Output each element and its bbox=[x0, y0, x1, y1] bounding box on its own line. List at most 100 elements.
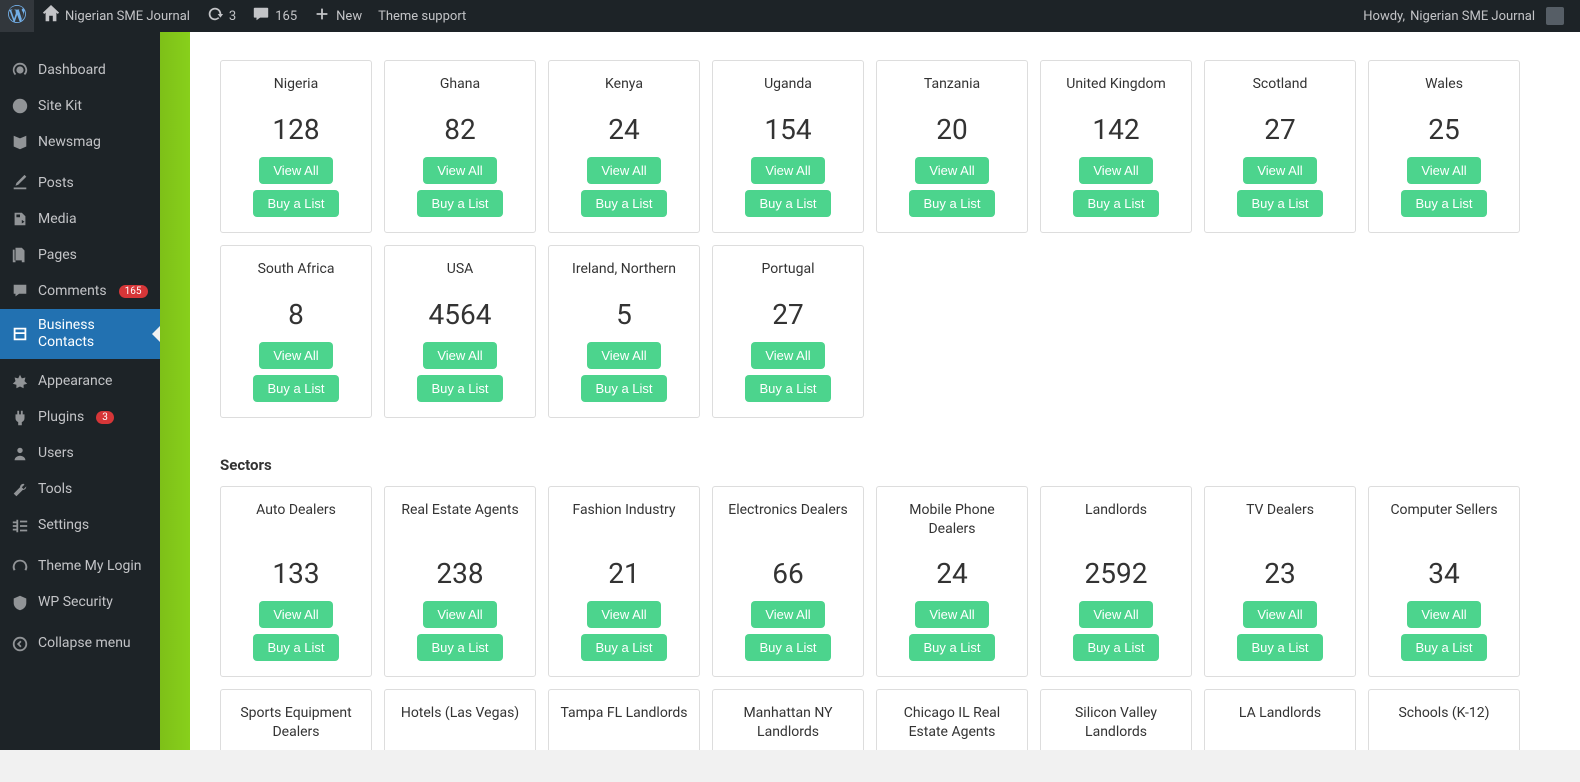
card-computer-sellers: Computer Sellers 34 View All Buy a List bbox=[1368, 486, 1520, 677]
buy-list-button[interactable]: Buy a List bbox=[1237, 190, 1322, 217]
card-tampa-fl-landlords: Tampa FL Landlords247View AllBuy a List bbox=[548, 689, 700, 750]
view-all-button[interactable]: View All bbox=[1243, 601, 1316, 628]
sidebar-item-label: Pages bbox=[38, 247, 77, 264]
buy-list-button[interactable]: Buy a List bbox=[581, 375, 666, 402]
buy-list-button[interactable]: Buy a List bbox=[253, 634, 338, 661]
card-count: 23 bbox=[1213, 557, 1347, 590]
wordpress-icon bbox=[8, 5, 26, 27]
card-title: TV Dealers bbox=[1213, 501, 1347, 539]
view-all-button[interactable]: View All bbox=[423, 342, 496, 369]
card-count: 8 bbox=[229, 298, 363, 331]
sidebar-item-label: Users bbox=[38, 445, 74, 462]
new-link[interactable]: New bbox=[305, 0, 370, 32]
card-title: Wales bbox=[1377, 75, 1511, 95]
sidebar-item-wp-security[interactable]: WP Security bbox=[0, 585, 160, 621]
sidebar-item-comments[interactable]: Comments165 bbox=[0, 273, 160, 309]
view-all-button[interactable]: View All bbox=[915, 601, 988, 628]
card-count: 133 bbox=[229, 557, 363, 590]
view-all-button[interactable]: View All bbox=[259, 157, 332, 184]
sidebar-item-theme-my-login[interactable]: Theme My Login bbox=[0, 549, 160, 585]
sidebar-item-media[interactable]: Media bbox=[0, 201, 160, 237]
buy-list-button[interactable]: Buy a List bbox=[1073, 634, 1158, 661]
sidebar-item-appearance[interactable]: Appearance bbox=[0, 364, 160, 400]
site-name-link[interactable]: Nigerian SME Journal bbox=[34, 0, 198, 32]
card-usa: USA4564View AllBuy a List bbox=[384, 245, 536, 418]
card-tv-dealers: TV Dealers 23 View All Buy a List bbox=[1204, 486, 1356, 677]
card-title: Scotland bbox=[1213, 75, 1347, 95]
buy-list-button[interactable]: Buy a List bbox=[1237, 634, 1322, 661]
comments-link[interactable]: 165 bbox=[244, 0, 305, 32]
sidebar-item-label: Plugins bbox=[38, 409, 84, 426]
theme-support-link[interactable]: Theme support bbox=[370, 0, 474, 32]
sidebar-item-tools[interactable]: Tools bbox=[0, 472, 160, 508]
card-count: 34 bbox=[1377, 557, 1511, 590]
view-all-button[interactable]: View All bbox=[1243, 157, 1316, 184]
sidebar-item-users[interactable]: Users bbox=[0, 436, 160, 472]
view-all-button[interactable]: View All bbox=[1079, 157, 1152, 184]
sidebar-item-plugins[interactable]: Plugins3 bbox=[0, 400, 160, 436]
view-all-button[interactable]: View All bbox=[587, 342, 660, 369]
card-title: Portugal bbox=[721, 260, 855, 280]
sidebar-item-posts[interactable]: Posts bbox=[0, 165, 160, 201]
admin-bar-right: Howdy, Nigerian SME Journal bbox=[1355, 0, 1580, 32]
card-title: Computer Sellers bbox=[1377, 501, 1511, 539]
view-all-button[interactable]: View All bbox=[259, 342, 332, 369]
buy-list-button[interactable]: Buy a List bbox=[581, 190, 666, 217]
view-all-button[interactable]: View All bbox=[259, 601, 332, 628]
buy-list-button[interactable]: Buy a List bbox=[745, 375, 830, 402]
buy-list-button[interactable]: Buy a List bbox=[253, 190, 338, 217]
view-all-button[interactable]: View All bbox=[751, 157, 824, 184]
view-all-button[interactable]: View All bbox=[423, 601, 496, 628]
view-all-button[interactable]: View All bbox=[751, 342, 824, 369]
howdy-prefix: Howdy, bbox=[1363, 9, 1405, 24]
card-title: Mobile Phone Dealers bbox=[885, 501, 1019, 539]
card-title: Ghana bbox=[393, 75, 527, 95]
sidebar-item-business-contacts[interactable]: Business Contacts bbox=[0, 309, 160, 359]
card-count: 20 bbox=[885, 113, 1019, 146]
buy-list-button[interactable]: Buy a List bbox=[581, 634, 666, 661]
view-all-button[interactable]: View All bbox=[587, 601, 660, 628]
sidebar-item-sitekit[interactable]: Site Kit bbox=[0, 88, 160, 124]
buy-list-button[interactable]: Buy a List bbox=[1401, 190, 1486, 217]
buy-list-button[interactable]: Buy a List bbox=[745, 190, 830, 217]
collapse-icon bbox=[10, 634, 30, 654]
card-title: Fashion Industry bbox=[557, 501, 691, 539]
buy-list-button[interactable]: Buy a List bbox=[417, 634, 502, 661]
card-wales: Wales25View AllBuy a List bbox=[1368, 60, 1520, 233]
sidebar-item-newsmag[interactable]: Newsmag bbox=[0, 124, 160, 160]
card-manhattan-ny-landlords: Manhattan NY Landlords194View AllBuy a L… bbox=[712, 689, 864, 750]
buy-list-button[interactable]: Buy a List bbox=[253, 375, 338, 402]
view-all-button[interactable]: View All bbox=[751, 601, 824, 628]
sidebar-item-dashboard[interactable]: Dashboard bbox=[0, 52, 160, 88]
card-title: LA Landlords bbox=[1213, 704, 1347, 742]
sidebar-item-collapse[interactable]: Collapse menu bbox=[0, 626, 160, 662]
sidebar-item-pages[interactable]: Pages bbox=[0, 237, 160, 273]
wp-logo[interactable] bbox=[0, 0, 34, 32]
card-title: Chicago IL Real Estate Agents bbox=[885, 704, 1019, 742]
sidebar-item-label: Appearance bbox=[38, 373, 112, 390]
updates-link[interactable]: 3 bbox=[198, 0, 244, 32]
sidebar-badge: 165 bbox=[119, 285, 148, 298]
view-all-button[interactable]: View All bbox=[1407, 157, 1480, 184]
view-all-button[interactable]: View All bbox=[423, 157, 496, 184]
buy-list-button[interactable]: Buy a List bbox=[909, 190, 994, 217]
card-count: 27 bbox=[721, 298, 855, 331]
card-count: 24 bbox=[885, 557, 1019, 590]
buy-list-button[interactable]: Buy a List bbox=[417, 375, 502, 402]
view-all-button[interactable]: View All bbox=[1079, 601, 1152, 628]
view-all-button[interactable]: View All bbox=[587, 157, 660, 184]
buy-list-button[interactable]: Buy a List bbox=[1401, 634, 1486, 661]
card-ghana: Ghana82View AllBuy a List bbox=[384, 60, 536, 233]
howdy-link[interactable]: Howdy, Nigerian SME Journal bbox=[1355, 0, 1572, 32]
sidebar-item-settings[interactable]: Settings bbox=[0, 508, 160, 544]
buy-list-button[interactable]: Buy a List bbox=[417, 190, 502, 217]
card-scotland: Scotland27View AllBuy a List bbox=[1204, 60, 1356, 233]
buy-list-button[interactable]: Buy a List bbox=[745, 634, 830, 661]
buy-list-button[interactable]: Buy a List bbox=[1073, 190, 1158, 217]
card-silicon-valley-landlords: Silicon Valley Landlords299View AllBuy a… bbox=[1040, 689, 1192, 750]
new-label: New bbox=[336, 9, 362, 24]
buy-list-button[interactable]: Buy a List bbox=[909, 634, 994, 661]
view-all-button[interactable]: View All bbox=[915, 157, 988, 184]
posts-icon bbox=[10, 173, 30, 193]
view-all-button[interactable]: View All bbox=[1407, 601, 1480, 628]
